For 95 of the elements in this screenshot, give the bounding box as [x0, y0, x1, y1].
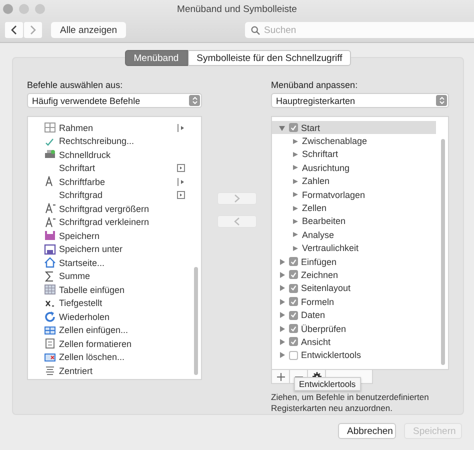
- command-icon: [44, 230, 56, 242]
- command-icon: [44, 284, 56, 296]
- stepper-icon: [189, 95, 200, 106]
- tree-item[interactable]: Zwischenablage: [272, 134, 436, 148]
- checkbox[interactable]: [289, 123, 298, 132]
- tree-item[interactable]: Analyse: [272, 228, 436, 242]
- forward-icon: [30, 25, 36, 35]
- disclosure-icon[interactable]: [278, 324, 286, 333]
- command-icon: [44, 244, 56, 255]
- tree-item[interactable]: Zahlen: [272, 174, 436, 188]
- command-icon: [44, 216, 56, 228]
- tree-item[interactable]: Überprüfen: [272, 322, 436, 336]
- checkbox[interactable]: [289, 350, 298, 360]
- tree-item[interactable]: Schriftart: [272, 148, 436, 162]
- command-item[interactable]: Startseite...: [28, 256, 202, 270]
- checkbox[interactable]: [289, 297, 298, 306]
- stepper-icon: [436, 95, 447, 106]
- search-field[interactable]: Suchen: [245, 22, 474, 38]
- checkbox[interactable]: [289, 270, 298, 280]
- disclosure-icon[interactable]: [278, 311, 286, 320]
- tree-item[interactable]: Vertraulichkeit: [272, 242, 436, 255]
- command-item[interactable]: Zentriert: [28, 364, 202, 378]
- checkbox[interactable]: [289, 284, 298, 293]
- field-icon: [177, 191, 186, 200]
- chevron-right-icon: [234, 194, 240, 203]
- command-item[interactable]: Tabelle einfügen: [28, 283, 202, 296]
- tabs-dropdown[interactable]: Hauptregisterkarten: [271, 93, 449, 108]
- disclosure-icon[interactable]: [278, 124, 286, 132]
- command-item[interactable]: Schriftgrad verkleinern: [28, 216, 202, 229]
- tree-item[interactable]: Entwicklertools: [272, 348, 436, 362]
- tree-item[interactable]: Einfügen: [272, 254, 436, 268]
- command-icon: [44, 149, 56, 160]
- command-icon: [44, 365, 56, 376]
- command-item[interactable]: Schriftgrad vergrößern: [28, 202, 202, 216]
- command-icon: [44, 203, 56, 214]
- command-item[interactable]: Tiefgestellt: [28, 296, 202, 310]
- checkbox[interactable]: [289, 310, 298, 320]
- submenu-icon: [177, 178, 186, 186]
- command-item[interactable]: Rahmen: [28, 121, 202, 134]
- back-button[interactable]: [5, 22, 23, 38]
- command-item[interactable]: Zellen löschen...: [28, 350, 202, 364]
- window-title: Menüband und Symbolleiste: [177, 4, 297, 14]
- command-item[interactable]: Rechtschreibung...: [28, 134, 202, 148]
- hint-text: Ziehen, um Befehle in benutzerdefinierten Registerkarten neu anzuordnen.: [271, 392, 430, 415]
- plus-icon: [276, 372, 284, 380]
- command-icon: [44, 311, 56, 322]
- submenu-icon: [177, 124, 186, 132]
- tree-item[interactable]: Zellen: [272, 201, 436, 215]
- close-button[interactable]: [3, 4, 13, 14]
- field-icon: [177, 164, 186, 172]
- tab[interactable]: Menüband: [124, 50, 188, 66]
- command-item[interactable]: Speichern: [28, 229, 202, 242]
- tooltip: Entwicklertools: [294, 377, 361, 391]
- command-icon: [44, 270, 56, 282]
- field-label: Menüband anpassen:: [271, 80, 359, 90]
- command-item[interactable]: Speichern unter: [28, 242, 202, 256]
- command-item[interactable]: Wiederholen: [28, 310, 202, 324]
- dialog-button[interactable]: Abbrechen: [338, 423, 396, 439]
- show-all-button[interactable]: Alle anzeigen: [51, 22, 126, 38]
- command-item[interactable]: Schnelldruck: [28, 148, 202, 162]
- command-item[interactable]: Zellen formatieren: [28, 337, 202, 350]
- tree-item[interactable]: Bearbeiten: [272, 214, 436, 228]
- tree-item[interactable]: Formatvorlagen: [272, 188, 436, 202]
- checkbox[interactable]: [289, 257, 298, 266]
- tree-item[interactable]: Ausrichtung: [272, 161, 436, 175]
- back-icon: [11, 25, 17, 35]
- disclosure-icon[interactable]: [278, 298, 286, 306]
- checkbox[interactable]: [289, 337, 298, 346]
- tree-item[interactable]: Daten: [272, 308, 436, 322]
- disclosure-icon[interactable]: [278, 351, 286, 360]
- command-item[interactable]: Zellen einfügen...: [28, 324, 202, 337]
- commands-dropdown[interactable]: Häufig verwendete Befehle: [27, 93, 202, 108]
- tree-item[interactable]: Seitenlayout: [272, 282, 436, 296]
- command-icon: [44, 338, 56, 350]
- disclosure-icon[interactable]: [278, 270, 286, 279]
- disclosure-icon[interactable]: [278, 258, 286, 266]
- command-item[interactable]: Summe: [28, 270, 202, 283]
- field-label: Befehle auswählen aus:: [27, 80, 124, 90]
- checkbox[interactable]: [289, 324, 298, 334]
- command-item[interactable]: Schriftfarbe: [28, 175, 202, 188]
- command-item[interactable]: Schriftgrad: [28, 188, 202, 202]
- command-icon: [44, 324, 56, 336]
- tab[interactable]: Symbolleiste für den Schnellzugriff: [188, 50, 352, 66]
- command-icon: [44, 352, 56, 363]
- tree-item[interactable]: Start: [272, 121, 436, 134]
- command-item[interactable]: Schriftart: [28, 162, 202, 175]
- tree-item[interactable]: Zeichnen: [272, 268, 436, 282]
- search-icon: [251, 26, 260, 34]
- disclosure-icon[interactable]: [278, 284, 286, 292]
- command-icon: [44, 257, 56, 268]
- chevron-left-icon: [234, 217, 240, 226]
- tree-item[interactable]: Ansicht: [272, 335, 436, 349]
- command-icon: [44, 122, 56, 134]
- disclosure-icon[interactable]: [278, 338, 286, 346]
- tree-item[interactable]: Formeln: [272, 295, 436, 308]
